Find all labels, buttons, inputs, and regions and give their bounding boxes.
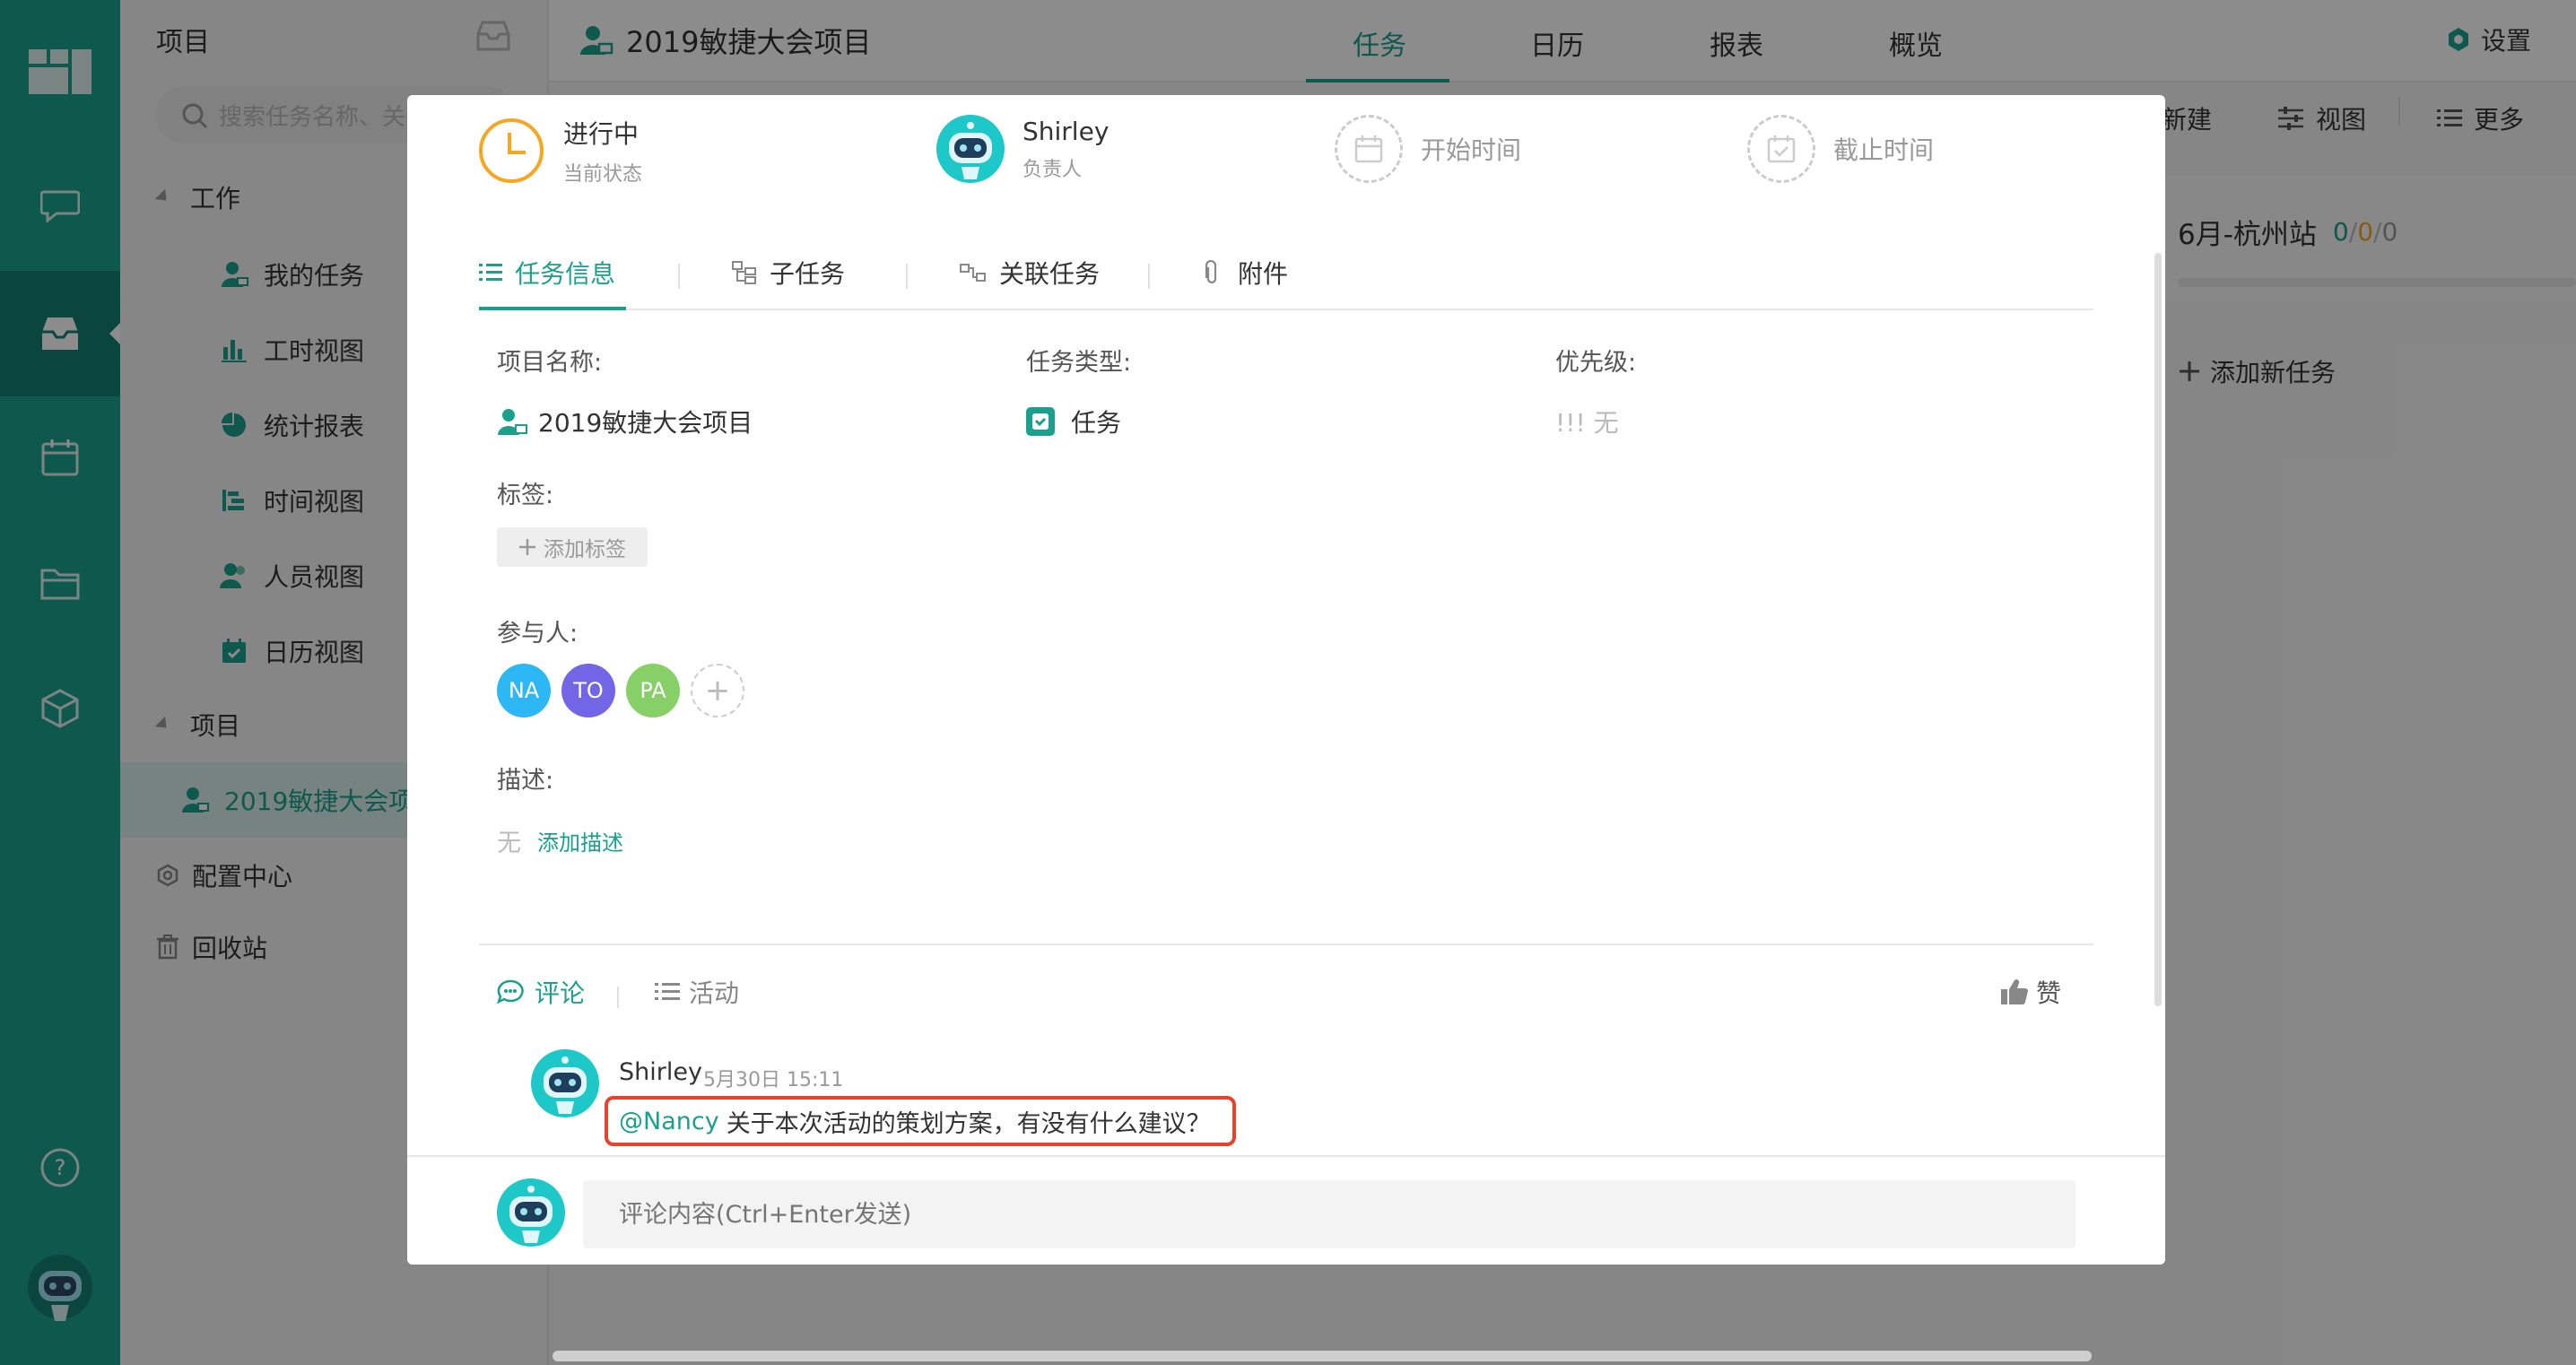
project-user-icon — [497, 407, 527, 436]
status-label: 当前状态 — [563, 163, 643, 186]
project-name-value[interactable]: 2019敏捷大会项目 — [497, 404, 753, 439]
start-time-field[interactable]: 开始时间 — [1335, 115, 1521, 183]
assignee-avatar — [936, 115, 1005, 183]
priority-label: 优先级: — [1555, 349, 1637, 377]
add-participant-button[interactable]: + — [691, 664, 744, 717]
task-type-value[interactable]: 任务 — [1026, 404, 1121, 439]
project-name-label: 项目名称: — [497, 349, 603, 377]
comment-timestamp: 5月30日 15:11 — [703, 1069, 844, 1091]
horizontal-scrollbar[interactable] — [553, 1351, 2092, 1361]
comment-content: @Nancy 关于本次活动的策划方案，有没有什么建议？ — [605, 1096, 1236, 1146]
comment-mention[interactable]: @Nancy — [619, 1108, 719, 1135]
description-value: 无 添加描述 — [497, 823, 623, 858]
comment-author-avatar[interactable] — [531, 1049, 599, 1117]
active-tab-indicator — [479, 307, 626, 310]
tab-label: 任务信息 — [515, 259, 616, 289]
like-button[interactable]: 赞 — [2000, 974, 2061, 1010]
add-tag-label: 添加标签 — [544, 538, 626, 561]
clock-icon — [477, 117, 545, 185]
due-calendar-check-icon — [1747, 115, 1815, 183]
like-label: 赞 — [2036, 978, 2062, 1008]
comment-author: Shirley — [619, 1058, 702, 1086]
subtask-tree-icon — [732, 261, 757, 284]
tab-separator — [617, 987, 619, 1008]
activity-label: 活动 — [689, 978, 740, 1008]
task-type-label: 任务类型: — [1026, 349, 1132, 377]
current-user-avatar — [497, 1178, 565, 1247]
paperclip-icon — [1204, 260, 1220, 285]
tab-task-info[interactable]: 任务信息 — [479, 255, 615, 291]
priority-value[interactable]: !!! 无 — [1555, 404, 1619, 439]
list-icon — [655, 982, 680, 1002]
tab-label: 附件 — [1238, 259, 1289, 289]
modal-scrollbar[interactable] — [2154, 253, 2162, 1006]
start-time-label: 开始时间 — [1421, 135, 1522, 165]
add-description-link[interactable]: 添加描述 — [537, 825, 623, 856]
tags-label: 标签: — [497, 482, 554, 509]
status-field[interactable]: 进行中 当前状态 — [477, 115, 642, 187]
task-detail-modal: 进行中 当前状态 Shirley 负责人 开始时间 截止时间 任务信息 子任务 — [407, 95, 2165, 1265]
tab-subtasks[interactable]: 子任务 — [732, 255, 845, 291]
tab-activity[interactable]: 活动 — [655, 974, 739, 1010]
tab-attachments[interactable]: 附件 — [1204, 255, 1288, 291]
description-empty: 无 — [497, 830, 521, 857]
tab-label: 子任务 — [770, 259, 846, 289]
task-type-text: 任务 — [1071, 408, 1122, 438]
due-time-field[interactable]: 截止时间 — [1747, 115, 1934, 183]
link-nodes-icon — [960, 263, 987, 283]
plus-icon — [518, 538, 536, 556]
assignee-name: Shirley — [1023, 116, 1110, 146]
task-detail-tabs: 任务信息 子任务 关联任务 附件 — [479, 239, 2093, 310]
add-tag-button[interactable]: 添加标签 — [497, 527, 648, 567]
comment-input[interactable] — [583, 1180, 2076, 1248]
task-type-icon — [1026, 407, 1055, 436]
tab-separator — [678, 264, 680, 289]
tab-separator — [906, 264, 908, 289]
description-label: 描述: — [497, 767, 554, 795]
thumbs-up-icon — [2000, 978, 2029, 1005]
due-time-label: 截止时间 — [1833, 135, 1935, 165]
status-value: 进行中 — [563, 119, 640, 149]
participant-avatar[interactable]: PA — [626, 664, 680, 717]
list-icon — [479, 263, 502, 283]
comment-composer — [407, 1155, 2165, 1265]
project-name-text: 2019敏捷大会项目 — [538, 408, 753, 438]
comment-text: 关于本次活动的策划方案，有没有什么建议？ — [726, 1109, 1211, 1138]
participants-label: 参与人: — [497, 620, 579, 648]
start-calendar-icon — [1335, 115, 1403, 183]
participant-avatar[interactable]: TO — [561, 664, 615, 717]
participant-avatar[interactable]: NA — [497, 664, 551, 717]
tab-comments[interactable]: 评论 — [497, 974, 585, 1010]
comment-bubble-icon — [497, 979, 524, 1004]
section-divider — [479, 943, 2093, 945]
tab-linked-tasks[interactable]: 关联任务 — [960, 255, 1100, 291]
tab-label: 关联任务 — [999, 259, 1101, 289]
assignee-label: 负责人 — [1023, 158, 1083, 181]
assignee-field[interactable]: Shirley 负责人 — [936, 115, 1109, 183]
tab-separator — [1148, 264, 1150, 289]
comments-label: 评论 — [535, 978, 586, 1008]
